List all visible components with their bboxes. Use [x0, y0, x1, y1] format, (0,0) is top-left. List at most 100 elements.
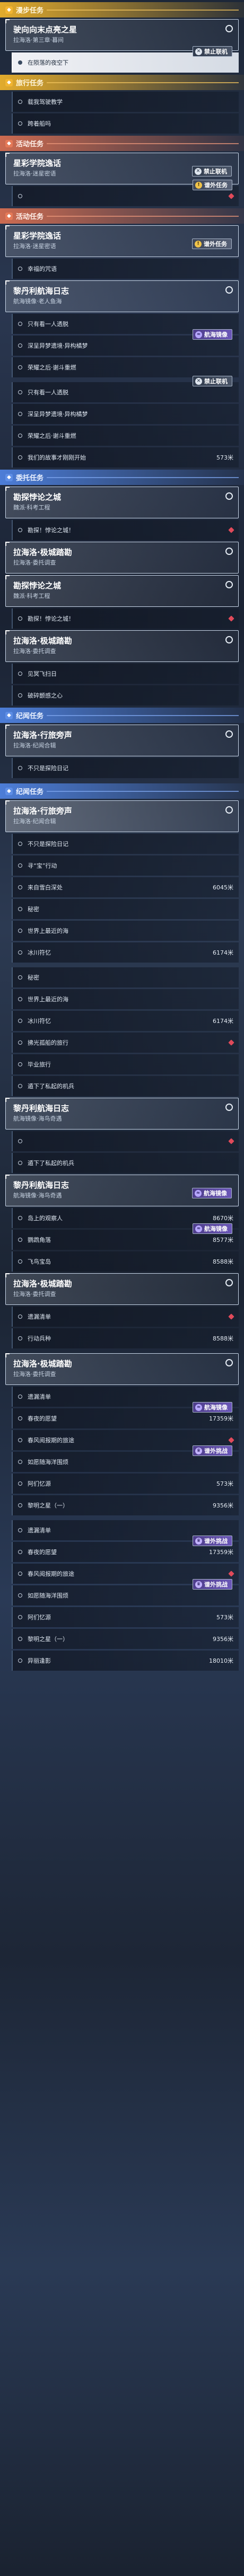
track-toggle-icon[interactable]: [225, 806, 233, 814]
track-toggle-icon[interactable]: [225, 1104, 233, 1111]
objective-row[interactable]: 春夜的愿望 17359米 ♛ 谱外挑战: [12, 1536, 239, 1562]
objective-label: 春夜的愿望: [28, 1549, 57, 1556]
quest-card[interactable]: 拉海洛·行旅旁声 拉海洛·纪闻合辑: [5, 800, 239, 832]
badge-label: 谱外任务: [204, 241, 227, 248]
objective-row[interactable]: 阿们忆源 573米: [12, 1607, 239, 1627]
track-toggle-icon[interactable]: [225, 1359, 233, 1366]
quest-card[interactable]: 拉海洛·极城踏勘 拉海洛·委托调查: [5, 542, 239, 574]
section-header[interactable]: ◆ 活动任务: [0, 136, 244, 151]
objective-row[interactable]: 黎明之星（一） 9356米: [12, 1629, 239, 1649]
objective-bullet-icon: [18, 1315, 22, 1319]
objective-label: 载我驾驶教学: [28, 99, 63, 105]
objective-row[interactable]: 勘探！悖论之城！: [12, 608, 239, 629]
quest-card[interactable]: 拉海洛·极城踏勘 拉海洛·委托调查: [5, 1353, 239, 1385]
section-header[interactable]: ◆ 委托任务: [0, 470, 244, 485]
objective-row[interactable]: 鹦鹉角落 8577米 ≈ 航海镜像: [12, 1223, 239, 1250]
objective-row[interactable]: 载我驾驶教学: [12, 92, 239, 112]
quest-category-icon: ◆: [5, 787, 13, 795]
quest-title: 黎丹利航海日志: [13, 1104, 69, 1113]
objective-row[interactable]: 来自雪白深处 6045米: [12, 877, 239, 897]
objective-row[interactable]: 飞鸟宝岛 8588米: [12, 1251, 239, 1272]
section-header[interactable]: ◆ 漫步任务: [0, 2, 244, 17]
objective-row[interactable]: 黎明之星（一） 9356米: [12, 1495, 239, 1515]
objective-row[interactable]: 春夜的愿望 17359米 ≈ 航海镜像: [12, 1402, 239, 1428]
track-toggle-icon[interactable]: [225, 1279, 233, 1286]
quest-category-icon: ◆: [5, 78, 13, 86]
objective-row[interactable]: 勘探！悖论之城！: [12, 520, 239, 540]
quest-title: 拉海洛·行旅旁声: [13, 806, 72, 816]
quest-category-icon: ◆: [5, 6, 13, 14]
objective-row[interactable]: 冰川符忆 6174米: [12, 1011, 239, 1031]
wave-icon: ≈: [195, 331, 202, 338]
objective-distance: 573米: [216, 1614, 233, 1621]
quest-card[interactable]: 拉海洛·极城踏勘 拉海洛·委托调查: [5, 1273, 239, 1305]
quest-subtitle: 魏派·科考工程: [13, 504, 50, 511]
track-toggle-icon[interactable]: [225, 581, 233, 588]
track-toggle-icon[interactable]: [225, 548, 233, 555]
objective-row[interactable]: 秘密: [12, 899, 239, 919]
objective-row[interactable]: 遗漏清单: [12, 1307, 239, 1327]
track-toggle-icon[interactable]: [225, 25, 233, 32]
mode-badge: ≈ 航海镜像: [193, 329, 232, 340]
track-toggle-icon[interactable]: [225, 636, 233, 643]
objective-row[interactable]: 如愿随海洋围烦 ♛ 谱外挑战: [12, 1445, 239, 1472]
track-toggle-icon[interactable]: [225, 286, 233, 294]
objective-bullet-icon: [18, 997, 22, 1001]
quest-card[interactable]: 拉海洛·行旅旁声 拉海洛·纪闻合辑: [5, 725, 239, 756]
objective-row[interactable]: 阿们忆源 573米: [12, 1474, 239, 1494]
objective-row[interactable]: 冰川符忆 6174米: [12, 942, 239, 963]
objective-row[interactable]: 秘密: [12, 967, 239, 987]
objective-row[interactable]: 我们的故事才刚刚开始 573米: [12, 447, 239, 467]
section-header[interactable]: ◆ 活动任务: [0, 208, 244, 224]
badge-label: 禁止联机: [204, 48, 228, 55]
objective-row[interactable]: 遁下了私起的机兵: [12, 1153, 239, 1173]
quest-card[interactable]: 星彩学院逸话 拉海洛·迷星密语! 谱外任务: [5, 225, 239, 257]
objective-label: 行动兵种: [28, 1335, 51, 1342]
track-toggle-icon[interactable]: [225, 730, 233, 738]
objective-row[interactable]: 见冥飞扫日: [12, 664, 239, 684]
section-title: 漫步任务: [16, 7, 44, 15]
objective-row[interactable]: 世界上最近的海: [12, 921, 239, 941]
track-toggle-icon[interactable]: [225, 492, 233, 500]
section-header[interactable]: ◆ 纪闻任务: [0, 708, 244, 723]
objective-row[interactable]: 世界上最近的海: [12, 989, 239, 1009]
quest-title: 黎丹利航海日志: [13, 286, 69, 296]
objective-distance: 573米: [216, 1480, 233, 1487]
objective-row[interactable]: 破碎颤感之心: [12, 685, 239, 705]
quest-card[interactable]: 拉海洛·极城踏勘 拉海洛·委托调查: [5, 630, 239, 662]
objective-row[interactable]: 跨着船吗: [12, 113, 239, 134]
objective-label: 跨着船吗: [28, 120, 51, 127]
quest-card[interactable]: 勘探悖论之城 魏派·科考工程: [5, 487, 239, 518]
objective-label: 飞鸟宝岛: [28, 1258, 51, 1265]
objective-row[interactable]: 行动兵种 8588米: [12, 1328, 239, 1348]
objective-row[interactable]: 异丽逢影 18010米: [12, 1651, 239, 1671]
quest-card[interactable]: 黎丹利航海日志 航海镜像·海鸟奇遇 ≈ 航海镜像: [5, 1175, 239, 1206]
quest-card[interactable]: 黎丹利航海日志 航海镜像·老人鱼海: [5, 280, 239, 312]
objective-row[interactable]: 深呈异梦遗境·异构橘梦: [12, 404, 239, 424]
objective-row[interactable]: 寻“宝”行动: [12, 855, 239, 876]
objective-row[interactable]: [12, 1131, 239, 1151]
quest-card[interactable]: 黎丹利航海日志 航海镜像·海鸟奇遇: [5, 1098, 239, 1130]
objective-row[interactable]: 幸福的咒语: [12, 259, 239, 279]
section-header[interactable]: ◆ 纪闻任务: [0, 783, 244, 799]
objective-row[interactable]: 毕业旅行: [12, 1054, 239, 1074]
objective-label: 不只是探险日记: [28, 765, 68, 772]
objective-bullet-icon: [18, 1084, 22, 1088]
objective-row[interactable]: 在陨落的夜空下 ✕ 禁止联机: [12, 46, 239, 73]
objective-row[interactable]: 深呈异梦遗境·异构橘梦 ≈ 航海镜像: [12, 329, 239, 356]
section-header[interactable]: ◆ 旅行任务: [0, 75, 244, 90]
quest-card[interactable]: 勘探悖论之城 魏派·科考工程: [5, 575, 239, 607]
objective-bullet-icon: [18, 267, 22, 271]
objective-row[interactable]: 如愿随海洋围烦 ♛ 谱外挑战: [12, 1579, 239, 1605]
objective-row[interactable]: 只有看一人透脱 ✕ 禁止联机: [12, 376, 239, 402]
objective-row[interactable]: ! 谱外任务: [12, 180, 239, 206]
objective-label: 在陨落的夜空下: [28, 59, 68, 66]
objective-row[interactable]: 不只是探险日记: [12, 834, 239, 854]
objective-row[interactable]: 遁下了私起的机兵: [12, 1076, 239, 1096]
objective-distance: 6174米: [213, 1018, 233, 1025]
objective-row[interactable]: 荣耀之后·谢斗重燃: [12, 426, 239, 446]
objective-row[interactable]: 不只是探险日记: [12, 758, 239, 778]
objective-row[interactable]: 拂光孤船的旅行: [12, 1033, 239, 1053]
objective-row[interactable]: 荣耀之后·谢斗重燃: [12, 357, 239, 377]
mode-badge: ! 谱外任务: [192, 239, 232, 249]
